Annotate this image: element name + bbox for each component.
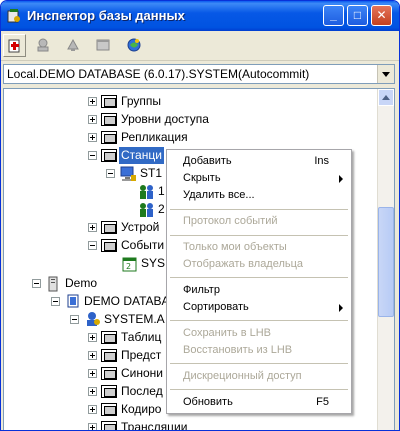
toolbar <box>1 31 399 61</box>
menu-separator <box>170 209 348 210</box>
window-title: Инспектор базы данных <box>27 8 185 23</box>
menu-separator <box>170 389 348 390</box>
menu-separator <box>170 320 348 321</box>
collapse-icon[interactable] <box>51 297 60 306</box>
expand-icon[interactable] <box>88 133 97 142</box>
connect-button[interactable] <box>123 34 146 57</box>
expand-icon[interactable] <box>88 405 97 414</box>
menu-item-only-my-objects[interactable]: Только мои объекты <box>167 239 351 256</box>
folder-icon <box>101 367 117 380</box>
database-icon <box>67 294 79 308</box>
menu-separator <box>170 277 348 278</box>
menu-item-show-owner[interactable]: Отображать владельца <box>167 256 351 273</box>
app-icon <box>7 9 20 23</box>
user-icon <box>87 312 100 326</box>
menu-item-discretionary-access[interactable]: Дискреционный доступ <box>167 368 351 385</box>
notify-button[interactable] <box>62 34 85 57</box>
folder-icon <box>101 95 117 108</box>
scroll-up-button[interactable] <box>378 89 394 106</box>
menu-item-save-lhb[interactable]: Сохранить в LHB <box>167 325 351 342</box>
folder-icon <box>101 349 117 362</box>
menu-item-refresh[interactable]: Обновить F5 <box>167 394 351 411</box>
folder-icon <box>101 403 117 416</box>
menu-item-sort[interactable]: Сортировать <box>167 299 351 316</box>
shortcut-label: F5 <box>316 396 329 408</box>
collapse-icon[interactable] <box>88 241 97 250</box>
users-icon <box>140 185 153 199</box>
folder-icon <box>101 149 117 162</box>
bell-icon <box>67 38 79 51</box>
collapse-icon[interactable] <box>88 151 97 160</box>
window-button[interactable] <box>92 34 115 57</box>
connection-select-value: Local.DEMO DATABASE (6.0.17).SYSTEM(Auto… <box>7 67 310 81</box>
folder-icon <box>101 385 117 398</box>
menu-separator <box>170 363 348 364</box>
expand-icon[interactable] <box>88 387 97 396</box>
menu-item-event-log[interactable]: Протокол событий <box>167 213 351 230</box>
context-menu: Добавить Ins Скрыть Удалить все... Прото… <box>166 149 352 414</box>
server-icon <box>48 276 58 292</box>
new-icon <box>8 39 20 53</box>
folder-icon <box>101 421 117 430</box>
title-bar[interactable]: Инспектор базы данных _ □ ✕ <box>1 1 399 31</box>
users-icon <box>140 203 153 217</box>
svg-text:2: 2 <box>126 262 131 271</box>
expand-icon[interactable] <box>88 351 97 360</box>
collapse-icon[interactable] <box>32 279 41 288</box>
menu-item-add[interactable]: Добавить Ins <box>167 153 351 170</box>
vertical-scrollbar[interactable] <box>377 89 394 430</box>
minimize-button[interactable]: _ <box>323 5 344 26</box>
submenu-arrow-icon <box>339 175 343 183</box>
submenu-arrow-icon <box>339 304 343 312</box>
scroll-thumb[interactable] <box>378 207 394 317</box>
connection-select[interactable]: Local.DEMO DATABASE (6.0.17).SYSTEM(Auto… <box>3 64 395 84</box>
folder-icon <box>101 131 117 144</box>
folder-icon <box>101 239 117 252</box>
folder-icon <box>101 331 117 344</box>
folder-icon <box>101 221 117 234</box>
menu-item-hide[interactable]: Скрыть <box>167 170 351 187</box>
expand-icon[interactable] <box>88 115 97 124</box>
menu-item-delete-all[interactable]: Удалить все... <box>167 187 351 204</box>
collapse-icon[interactable] <box>106 169 115 178</box>
properties-icon <box>37 38 49 52</box>
expand-icon[interactable] <box>88 333 97 342</box>
properties-button[interactable] <box>32 34 55 57</box>
close-button[interactable]: ✕ <box>371 5 392 26</box>
collapse-icon[interactable] <box>70 315 79 324</box>
computer-icon <box>120 166 136 181</box>
menu-item-filter[interactable]: Фильтр <box>167 282 351 299</box>
maximize-button[interactable]: □ <box>347 5 368 26</box>
expand-icon[interactable] <box>88 369 97 378</box>
calendar-icon: 2 <box>122 257 137 272</box>
window-icon <box>96 39 110 51</box>
connect-icon <box>127 38 141 52</box>
database-inspector-window: Инспектор базы данных _ □ ✕ Local.DEMO D… <box>0 0 400 431</box>
folder-icon <box>101 113 117 126</box>
chevron-down-icon[interactable] <box>377 65 394 83</box>
expand-icon[interactable] <box>88 423 97 430</box>
expand-icon[interactable] <box>88 223 97 232</box>
expand-icon[interactable] <box>88 97 97 106</box>
shortcut-label: Ins <box>314 155 329 167</box>
new-button[interactable] <box>3 34 26 57</box>
menu-item-restore-lhb[interactable]: Восстановить из LHB <box>167 342 351 359</box>
menu-separator <box>170 235 348 236</box>
